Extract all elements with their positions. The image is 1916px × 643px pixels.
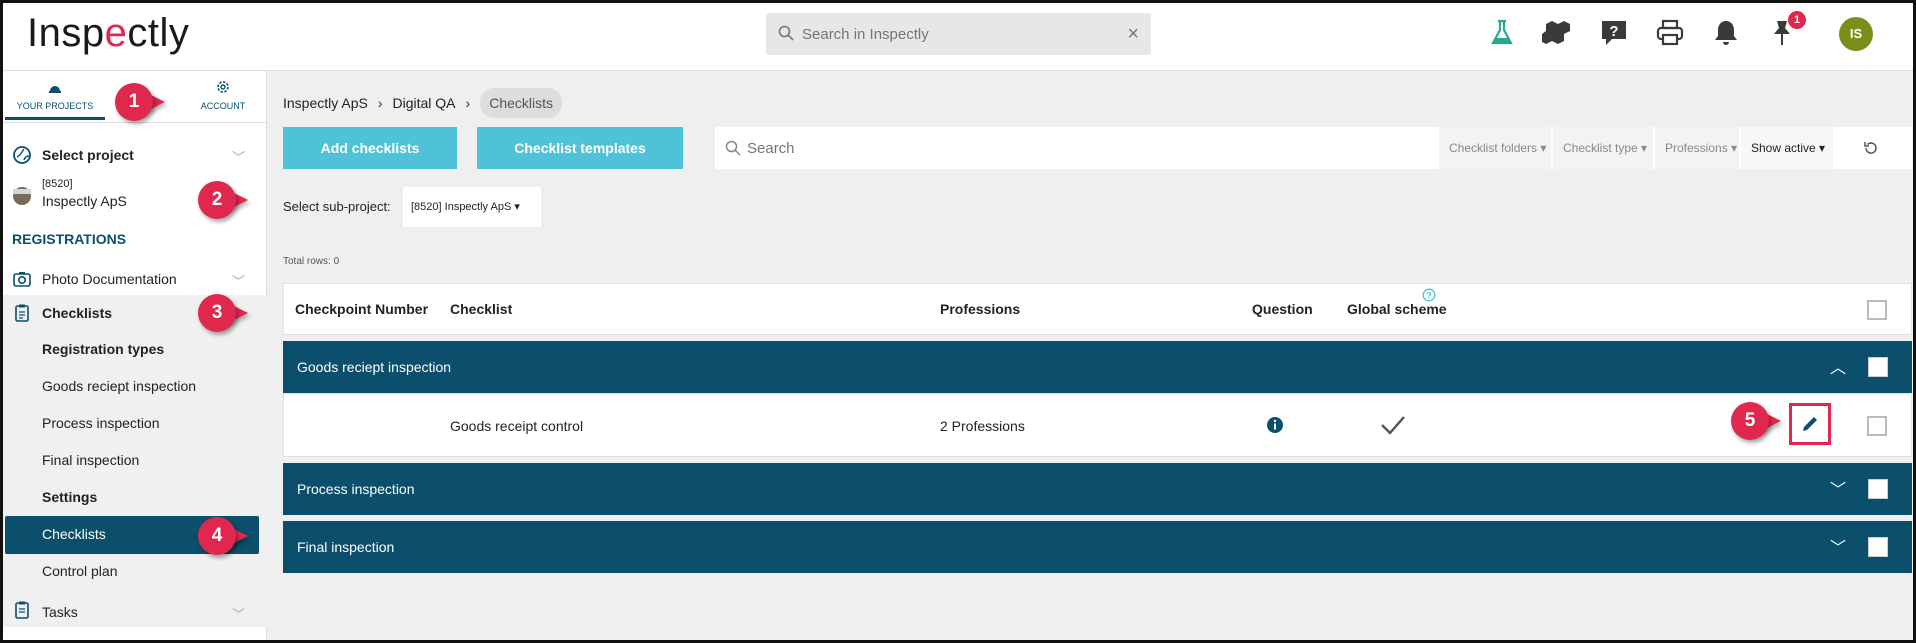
user-avatar[interactable]: IS (1839, 17, 1873, 51)
checkmark-icon (1381, 416, 1405, 435)
chevron-down-icon: ﹀ (231, 150, 245, 165)
checklist-search-input[interactable] (747, 127, 1347, 169)
select-project-row[interactable]: Select project ﹀ (3, 141, 267, 169)
col-global-scheme[interactable]: Global scheme (1347, 301, 1447, 317)
svg-text:?: ? (1609, 23, 1618, 40)
chevron-right-icon: › (465, 95, 471, 111)
tasks-icon (15, 601, 29, 619)
row-checkbox[interactable] (1867, 416, 1887, 436)
add-checklists-button[interactable]: Add checklists (283, 127, 457, 169)
group-checkbox[interactable] (1868, 479, 1888, 499)
chevron-down-icon[interactable]: ﹀ (1830, 476, 1846, 500)
search-icon (725, 140, 741, 156)
pencil-icon (1803, 417, 1817, 431)
tab-account[interactable]: ACCOUNT (173, 79, 273, 111)
help-icon[interactable]: ? (1598, 17, 1630, 49)
subproject-dropdown[interactable]: [8520] Inspectly ApS ▾ (403, 187, 541, 227)
global-search: × (766, 13, 1151, 55)
chevron-up-icon[interactable]: ︿ (1830, 354, 1846, 378)
breadcrumb-checklists: Checklists (480, 88, 562, 118)
row-professions: 2 Professions (940, 418, 1025, 434)
sidebar-item-goods-reciept[interactable]: Goods reciept inspection (42, 378, 196, 394)
svg-text:?: ? (1426, 290, 1432, 300)
clear-search-icon[interactable]: × (1127, 23, 1139, 46)
col-question[interactable]: Question (1252, 301, 1313, 317)
sidebar-item-control-plan[interactable]: Control plan (42, 563, 118, 579)
table-row: Goods receipt control 2 Professions (283, 393, 1912, 457)
sidebar-item-photo-documentation[interactable]: Photo Documentation ﹀ (3, 263, 267, 293)
filter-bar: Checklist folders ▾ Checklist type ▾ Pro… (715, 127, 1912, 169)
info-help-icon[interactable]: ? (1422, 288, 1436, 302)
total-rows: Total rows: 0 (283, 256, 340, 267)
search-icon (778, 25, 794, 41)
hardhat-icon (49, 86, 61, 93)
globe-icon (13, 146, 31, 164)
header-icons: ? 1 (1486, 11, 1806, 49)
edit-button[interactable] (1789, 403, 1831, 445)
breadcrumb: Inspectly ApS › Digital QA › Checklists (283, 87, 562, 119)
subproject-label: Select sub-project: (283, 199, 391, 214)
inspectly-logo[interactable]: Inspectly (27, 11, 189, 56)
table-header: Checkpoint Number Checklist Professions … (283, 283, 1912, 335)
main-content: Inspectly ApS › Digital QA › Checklists … (268, 71, 1913, 640)
chevron-down-icon[interactable]: ﹀ (1830, 534, 1846, 558)
gear-icon (217, 81, 229, 93)
tab-your-projects[interactable]: YOUR PROJECTS (5, 79, 105, 120)
boxes-icon[interactable] (1542, 17, 1574, 49)
project-thumbnail (13, 187, 31, 205)
group-checkbox[interactable] (1868, 537, 1888, 557)
top-bar: Inspectly × ? 1 (3, 3, 1913, 71)
checklists-submenu (3, 331, 267, 627)
show-active-dropdown[interactable]: Show active ▾ (1741, 127, 1833, 169)
camera-icon (13, 272, 31, 287)
global-search-input[interactable] (802, 13, 1102, 55)
checklist-type-dropdown[interactable]: Checklist type ▾ (1553, 127, 1653, 169)
clipboard-icon (15, 304, 29, 322)
bell-icon[interactable] (1710, 17, 1742, 49)
registrations-heading: REGISTRATIONS (12, 231, 127, 247)
chevron-down-icon: ﹀ (231, 274, 245, 289)
sidebar: YOUR PROJECTS ACCOUNT Select project ﹀ [… (3, 71, 267, 640)
pin-icon[interactable]: 1 (1766, 11, 1806, 49)
checklist-folders-dropdown[interactable]: Checklist folders ▾ (1439, 127, 1551, 169)
breadcrumb-digital-qa[interactable]: Digital QA (393, 95, 456, 111)
col-checkpoint-number[interactable]: Checkpoint Number (295, 301, 428, 317)
printer-icon[interactable] (1654, 17, 1686, 49)
reset-icon[interactable] (1863, 140, 1879, 156)
sidebar-item-registration-types[interactable]: Registration types (42, 341, 164, 357)
chevron-right-icon: › (377, 95, 383, 111)
group-final-inspection[interactable]: Final inspection ﹀ (283, 521, 1912, 573)
sidebar-item-settings[interactable]: Settings (42, 489, 97, 505)
col-professions[interactable]: Professions (940, 301, 1020, 317)
info-icon[interactable] (1266, 416, 1284, 434)
group-process-inspection[interactable]: Process inspection ﹀ (283, 463, 1912, 515)
notification-badge: 1 (1788, 11, 1806, 29)
app-window: Inspectly × ? 1 (0, 0, 1916, 643)
select-all-checkbox[interactable] (1867, 300, 1887, 320)
sidebar-item-final-inspection[interactable]: Final inspection (42, 452, 139, 468)
chevron-down-icon: ﹀ (231, 607, 245, 622)
group-checkbox[interactable] (1868, 357, 1888, 377)
flask-icon[interactable] (1486, 17, 1518, 49)
checklist-templates-button[interactable]: Checklist templates (477, 127, 683, 169)
sidebar-item-tasks[interactable]: Tasks ﹀ (3, 593, 267, 627)
col-checklist[interactable]: Checklist (450, 301, 512, 317)
row-checklist[interactable]: Goods receipt control (450, 418, 583, 434)
sidebar-item-process-inspection[interactable]: Process inspection (42, 415, 160, 431)
breadcrumb-inspectly[interactable]: Inspectly ApS (283, 95, 368, 111)
group-goods-reciept[interactable]: Goods reciept inspection ︿ (283, 341, 1912, 393)
professions-dropdown[interactable]: Professions ▾ (1655, 127, 1739, 169)
